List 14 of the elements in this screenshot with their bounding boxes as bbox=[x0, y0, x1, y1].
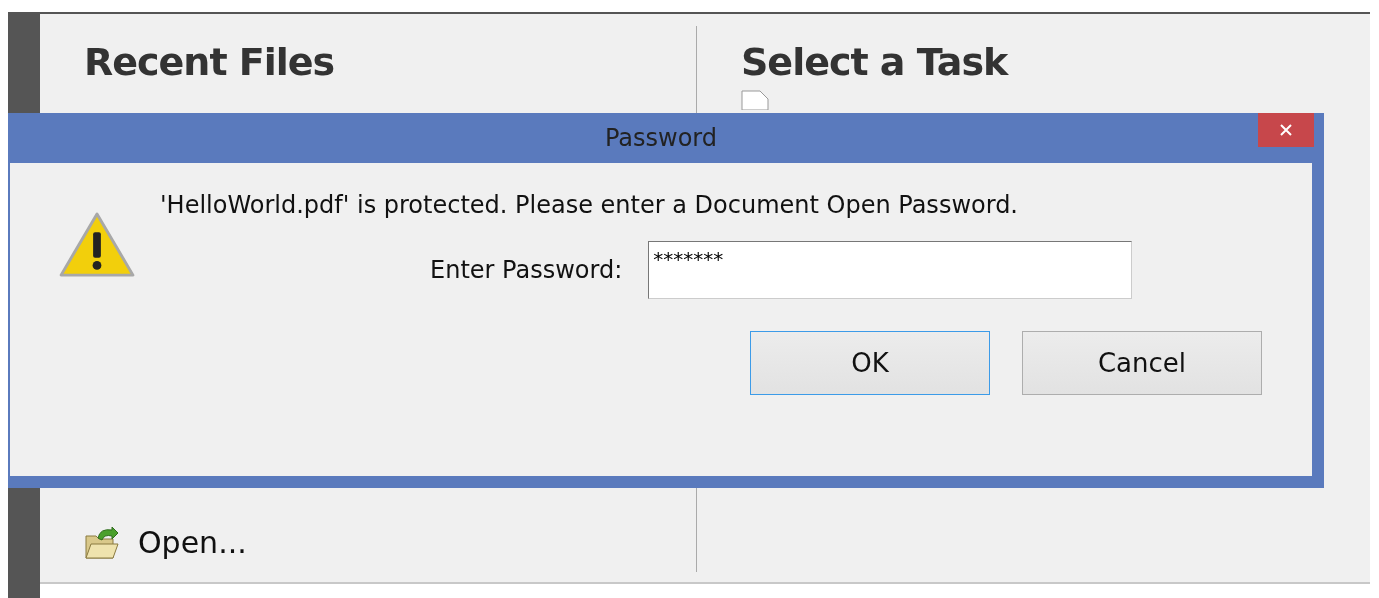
open-link[interactable]: Open... bbox=[138, 525, 247, 560]
dialog-title: Password bbox=[604, 124, 718, 152]
ok-button[interactable]: OK bbox=[750, 331, 990, 395]
password-field[interactable]: ******* bbox=[648, 241, 1133, 299]
recent-files-heading: Recent Files bbox=[84, 40, 336, 84]
cancel-button[interactable]: Cancel bbox=[1022, 331, 1262, 395]
password-label: Enter Password: bbox=[430, 256, 623, 284]
close-button[interactable] bbox=[1258, 113, 1314, 147]
document-icon bbox=[741, 90, 769, 110]
close-icon bbox=[1279, 123, 1293, 137]
protected-message: 'HelloWorld.pdf' is protected. Please enter a Document Open Password. bbox=[160, 191, 1019, 219]
warning-icon bbox=[58, 211, 136, 279]
select-task-heading: Select a Task bbox=[741, 40, 1008, 84]
folder-icon[interactable] bbox=[84, 525, 120, 560]
